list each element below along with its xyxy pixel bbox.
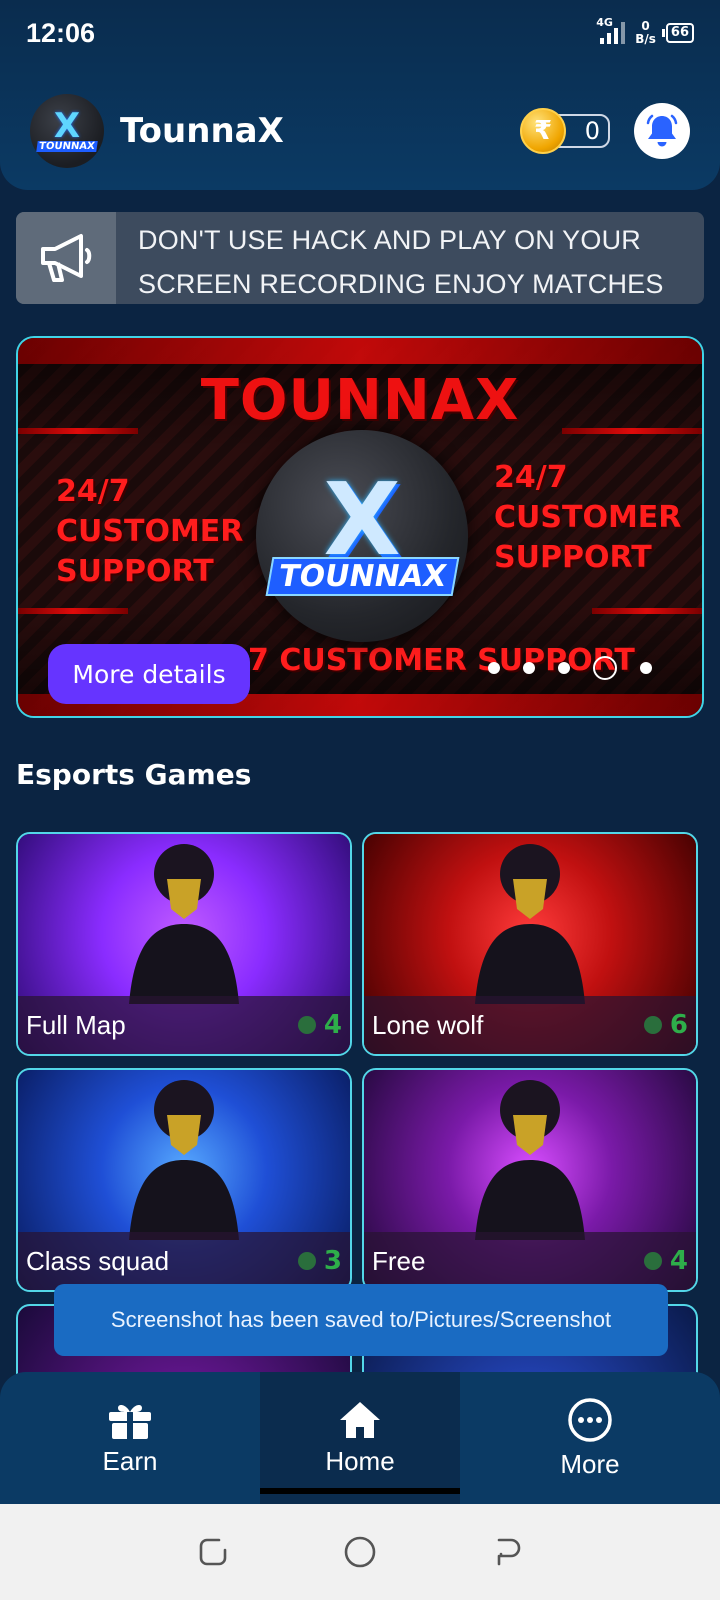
status-time: 12:06 [26,17,96,48]
game-name: Free [372,1245,426,1276]
banner-right-line: CUSTOMER [494,500,682,535]
carousel-dot[interactable] [593,656,617,680]
banner-logo-wordmark: TOUNNAX [265,556,459,596]
network-type: 4G [596,16,613,29]
game-label-bar: Lone wolf 6 [364,996,696,1054]
game-label-bar: Class squad 3 [18,1232,350,1290]
game-count: 4 [323,1010,342,1040]
banner-stripe [18,338,702,364]
gift-icon [109,1404,151,1439]
player-figure-icon [475,1080,585,1240]
online-dot-icon [643,1016,662,1034]
status-icons: 4G 0 B/s 66 [596,16,694,46]
notice-text: DON'T USE HACK AND PLAY ON YOUR SCREEN R… [138,225,664,299]
app-title: TounnaX [120,111,284,151]
banner-left-line: SUPPORT [56,554,214,589]
megaphone-icon [41,234,92,282]
carousel-dot[interactable] [523,662,535,674]
home-icon [340,1401,380,1438]
section-title: Esports Games [16,758,252,791]
app-logo[interactable]: X TOUNNAX [30,94,104,168]
game-count: 3 [323,1246,342,1276]
online-count: 3 [297,1246,342,1276]
app-bar: X TOUNNAX TounnaX ₹ 0 [30,94,690,168]
nav-more-label: More [560,1448,620,1479]
banner-right-line: 24/7 [494,460,568,495]
logo-wordmark: TOUNNAX [36,140,98,152]
nav-home[interactable]: Home [260,1372,460,1504]
online-dot-icon [297,1252,316,1270]
wallet-balance[interactable]: ₹ 0 [520,108,610,154]
player-figure-icon [129,1080,239,1240]
more-options-icon [568,1397,612,1442]
carousel-dot[interactable] [558,662,570,674]
game-name: Lone wolf [372,1009,484,1040]
banner-logo-x: X [323,460,401,578]
battery-icon: 66 [661,23,694,43]
game-card[interactable]: Free 4 [362,1068,698,1292]
banner-left-line: 24/7 [56,474,130,509]
banner-support-right: 24/7 CUSTOMER SUPPORT [494,458,681,578]
online-dot-icon [297,1016,316,1034]
nav-earn[interactable]: Earn [0,1372,260,1504]
banner-left-line: CUSTOMER [56,514,244,549]
game-label-bar: Free 4 [364,1232,696,1290]
online-count: 4 [643,1246,688,1276]
banner-title: TOUNNAX [200,368,520,433]
game-count: 6 [669,1010,688,1040]
logo-x-mark: X [53,105,81,146]
screenshot-toast: Screenshot has been saved to/Pictures/Sc… [54,1284,668,1356]
banner-stripe [18,608,128,614]
more-details-button[interactable]: More details [48,644,250,704]
notice-banner: DON'T USE HACK AND PLAY ON YOUR SCREEN R… [16,212,704,304]
game-name: Class squad [26,1245,170,1276]
banner-stripe [592,608,702,614]
carousel-dot[interactable] [640,662,652,674]
status-bar: 12:06 4G 0 B/s 66 [0,0,720,66]
carousel-indicators [488,656,652,680]
game-card[interactable]: Lone wolf 6 [362,832,698,1056]
notice-icon-box [16,212,116,304]
banner-right-line: SUPPORT [494,540,652,575]
home-system-icon[interactable] [343,1535,377,1569]
rupee-coin-icon: ₹ [520,108,566,154]
game-card[interactable]: Class squad 3 [16,1068,352,1292]
system-navigation-bar [0,1504,720,1600]
bottom-navigation: Earn Home More [0,1372,720,1504]
banner-support-left: 24/7 CUSTOMER SUPPORT [56,472,243,592]
game-card[interactable]: Full Map 4 [16,832,352,1056]
notifications-button[interactable] [634,103,690,159]
nav-home-label: Home [325,1445,395,1476]
online-dot-icon [643,1252,662,1270]
player-figure-icon [475,844,585,1004]
bell-icon [646,114,678,147]
recent-apps-icon[interactable] [197,1536,229,1568]
online-count: 4 [297,1010,342,1040]
network-speed-unit: B/s [635,32,656,46]
player-figure-icon [129,844,239,1004]
game-name: Full Map [26,1009,126,1040]
online-count: 6 [643,1010,688,1040]
signal-icon: 4G [596,16,626,44]
game-label-bar: Full Map 4 [18,996,350,1054]
network-speed: 0 B/s [635,20,656,46]
back-icon[interactable] [491,1536,523,1568]
nav-more[interactable]: More [460,1372,720,1504]
promo-carousel[interactable]: TOUNNAX 24/7 CUSTOMER SUPPORT 24/7 CUSTO… [16,336,704,718]
nav-earn-label: Earn [102,1445,158,1476]
carousel-dot[interactable] [488,662,500,674]
banner-logo: X TOUNNAX [256,430,468,642]
game-count: 4 [669,1246,688,1276]
